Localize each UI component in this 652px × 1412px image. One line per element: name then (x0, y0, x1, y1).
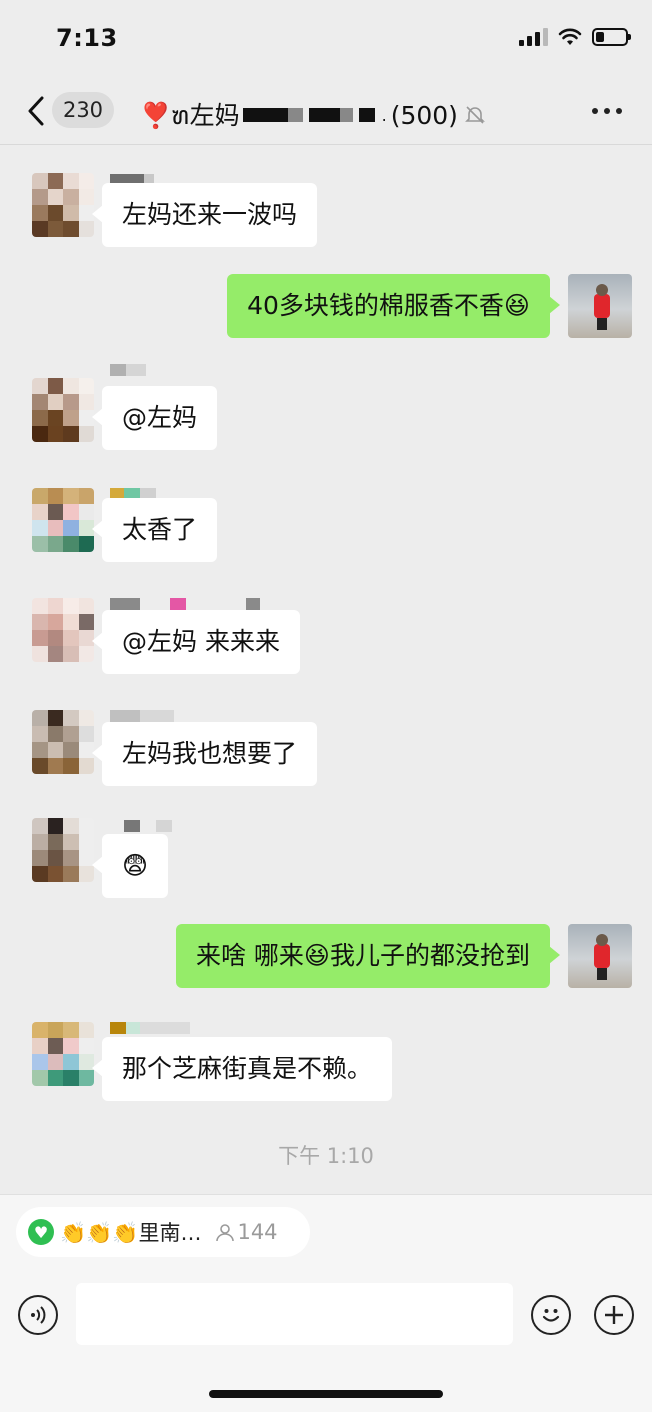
message-bubble[interactable]: 太香了 (91, 498, 218, 562)
emoji-icon[interactable] (531, 1295, 571, 1335)
status-icons (519, 28, 631, 46)
message-bubble[interactable]: @左妈 来来来 (92, 610, 300, 674)
message-input[interactable] (76, 1283, 513, 1345)
sender-name (110, 710, 174, 722)
avatar[interactable] (32, 818, 94, 882)
message-timestamp: 下午 1:10 (278, 1144, 374, 1168)
chat-title-name: ❣️ຑ左妈 (140, 101, 240, 130)
input-row (0, 1283, 652, 1347)
member-count: (500) (390, 100, 458, 130)
unread-count-badge[interactable]: 230 (52, 92, 114, 128)
bell-slash-icon (464, 106, 485, 124)
avatar[interactable] (32, 173, 94, 237)
chat-title[interactable]: ❣️ຑ左妈 . (500) (140, 94, 486, 136)
wifi-icon (558, 28, 582, 45)
heart-icon: ♥ (28, 1219, 54, 1245)
sender-name (110, 598, 260, 610)
person-icon (216, 1224, 235, 1242)
avatar[interactable] (32, 598, 94, 662)
self-avatar[interactable] (568, 274, 632, 338)
battery-icon (592, 28, 631, 46)
pill-text: 👏👏👏里南… (60, 1221, 202, 1245)
message-bubble[interactable]: 左妈我也想要了 (91, 722, 318, 786)
message-bubble-self[interactable]: 来啥 哪来😆我儿子的都没抢到 (175, 924, 561, 988)
message-bubble-self[interactable]: 40多块钱的棉服香不香😆 (227, 274, 560, 338)
avatar[interactable] (32, 710, 94, 774)
message-bubble[interactable]: 😨 (91, 834, 169, 898)
message-bubble[interactable]: 那个芝麻街真是不赖。 (91, 1037, 393, 1101)
avatar[interactable] (32, 488, 94, 552)
sender-name (110, 1022, 190, 1034)
ellipsis-icon[interactable] (592, 108, 622, 114)
message-bubble[interactable]: @左妈 (91, 386, 218, 450)
cellular-signal-icon (519, 28, 548, 46)
chat-header: 230 ❣️ຑ左妈 . (500) (0, 80, 652, 145)
sender-name (110, 820, 172, 832)
pinned-message-pill[interactable]: ♥ 👏👏👏里南… 144 (16, 1207, 310, 1257)
bottom-toolbar: ♥ 👏👏👏里南… 144 (0, 1194, 652, 1412)
status-time: 7:13 (56, 24, 118, 52)
avatar[interactable] (32, 1022, 94, 1086)
voice-icon[interactable] (18, 1295, 58, 1335)
redacted-name-block (308, 108, 353, 122)
sender-name (110, 364, 146, 376)
message-bubble[interactable]: 左妈还来一波吗 (91, 183, 318, 247)
avatar[interactable] (32, 378, 94, 442)
pill-count: 144 (237, 1220, 278, 1244)
redacted-name-block (358, 108, 375, 122)
home-indicator (209, 1390, 443, 1398)
self-avatar[interactable] (568, 924, 632, 988)
plus-icon[interactable] (594, 1295, 634, 1335)
status-bar: 7:13 (0, 0, 652, 80)
back-chevron-icon[interactable] (24, 94, 50, 128)
redacted-name-block (242, 108, 303, 122)
